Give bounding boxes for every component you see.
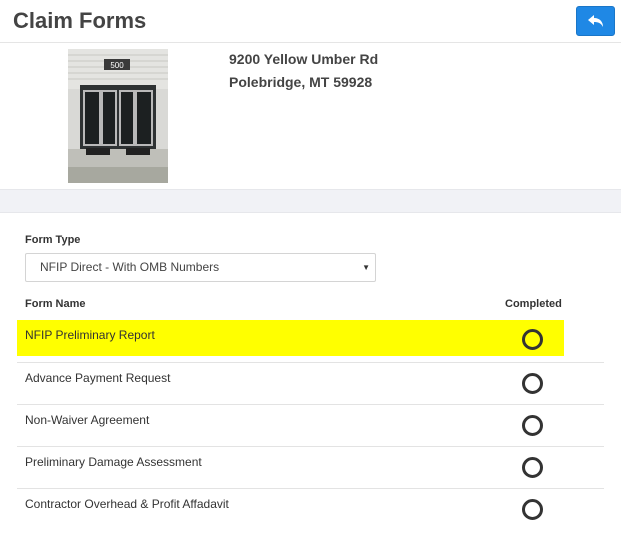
column-header-completed: Completed — [505, 298, 562, 310]
back-button[interactable] — [576, 6, 615, 36]
form-name: Advance Payment Request — [25, 371, 171, 385]
completed-toggle[interactable] — [522, 329, 543, 350]
table-row[interactable]: Preliminary Damage Assessment — [17, 447, 604, 489]
completed-toggle[interactable] — [522, 457, 543, 478]
table-row[interactable]: Non-Waiver Agreement — [17, 405, 604, 447]
form-type-selected-value: NFIP Direct - With OMB Numbers — [40, 260, 220, 274]
form-type-label: Form Type — [25, 234, 81, 246]
column-header-form-name: Form Name — [25, 298, 86, 310]
building-photo: 500 — [68, 49, 168, 183]
completed-toggle[interactable] — [522, 499, 543, 520]
form-name: NFIP Preliminary Report — [25, 328, 155, 342]
form-type-select[interactable]: NFIP Direct - With OMB Numbers ▼ — [25, 253, 376, 282]
header-bar: Claim Forms — [0, 0, 621, 43]
reply-arrow-icon — [587, 14, 603, 27]
address-line-2: Polebridge, MT 59928 — [229, 74, 373, 90]
page-title: Claim Forms — [13, 8, 147, 33]
svg-text:500: 500 — [110, 61, 124, 70]
dropdown-caret-icon: ▼ — [362, 263, 370, 272]
table-row[interactable]: Advance Payment Request — [17, 363, 604, 405]
form-name: Non-Waiver Agreement — [25, 413, 150, 427]
property-address: 9200 Yellow Umber Rd Polebridge, MT 5992… — [229, 48, 378, 94]
table-row[interactable]: NFIP Preliminary Report — [17, 320, 604, 362]
section-divider — [0, 189, 621, 213]
completed-toggle[interactable] — [522, 373, 543, 394]
table-row[interactable]: Contractor Overhead & Profit Affadavit — [17, 489, 604, 531]
completed-toggle[interactable] — [522, 415, 543, 436]
address-line-1: 9200 Yellow Umber Rd — [229, 51, 379, 67]
property-card: 500 9200 Yellow Umber Rd Polebridge, MT … — [0, 43, 621, 189]
form-name: Contractor Overhead & Profit Affadavit — [25, 497, 229, 511]
form-name: Preliminary Damage Assessment — [25, 455, 202, 469]
